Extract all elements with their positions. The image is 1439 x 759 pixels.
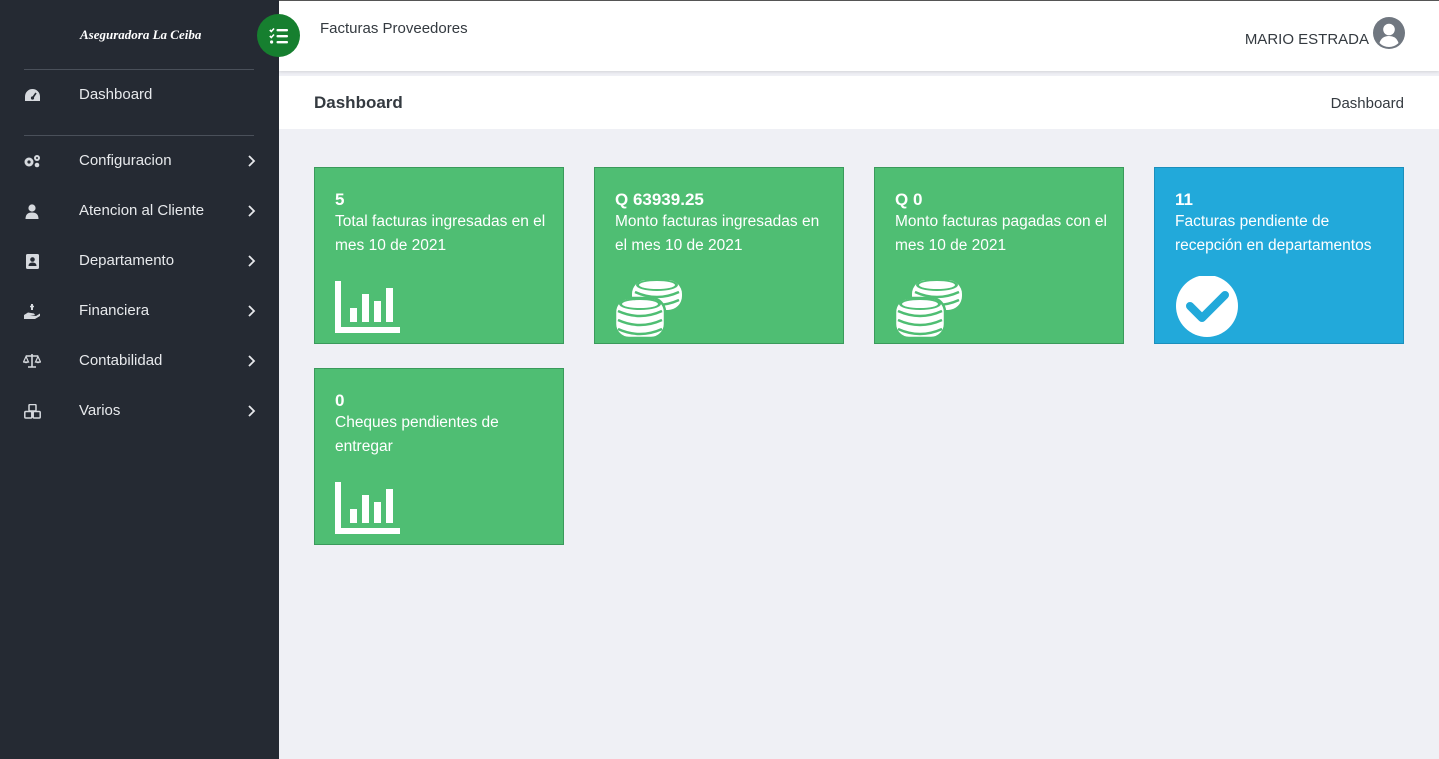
user-avatar-icon[interactable] — [1373, 17, 1405, 49]
coins-icon — [895, 279, 962, 338]
sidebar-item-label: Financiera — [79, 302, 150, 319]
sidebar-item-contabilidad[interactable]: Contabilidad — [0, 343, 279, 379]
sidebar-item-label: Departamento — [79, 252, 175, 269]
card-value: 5 — [335, 190, 345, 209]
card-value: 11 — [1175, 190, 1193, 209]
sidebar-item-label: Contabilidad — [79, 352, 163, 369]
sidebar-item-atencion-al-cliente[interactable]: Atencion al Cliente — [0, 193, 279, 229]
card-monto-ingresadas[interactable]: Q 63939.25 Monto facturas ingresadas en … — [594, 167, 844, 344]
sidebar-item-configuracion[interactable]: Configuracion — [0, 143, 279, 179]
hand-money-icon — [23, 303, 41, 319]
sidebar-item-varios[interactable]: Varios — [0, 393, 279, 429]
brand-name: Aseguradora La Ceiba — [80, 27, 202, 42]
cubes-icon — [23, 403, 41, 419]
card-description: Facturas pendiente de recepción en depar… — [1175, 213, 1372, 254]
card-total-facturas[interactable]: 5 Total facturas ingresadas en el mes 10… — [314, 167, 564, 344]
scale-icon — [23, 353, 41, 369]
sidebar-item-label: Configuracion — [79, 152, 172, 169]
bar-chart-icon — [335, 482, 400, 534]
card-value: 0 — [335, 391, 345, 410]
tachometer-icon — [23, 87, 41, 103]
card-description: Cheques pendientes de entregar — [335, 414, 499, 455]
chevron-right-icon — [248, 305, 256, 317]
card-description: Total facturas ingresadas en el mes 10 d… — [335, 213, 546, 254]
sidebar-item-label: Varios — [79, 402, 121, 419]
chevron-right-icon — [248, 405, 256, 417]
sidebar-item-label: Atencion al Cliente — [79, 202, 205, 219]
app-title: Facturas Proveedores — [320, 20, 468, 37]
coins-icon — [615, 279, 682, 338]
bar-chart-icon — [335, 281, 400, 333]
user-icon — [23, 203, 41, 219]
chevron-right-icon — [248, 205, 256, 217]
sidebar-item-label: Dashboard — [79, 86, 153, 103]
card-description: Monto facturas ingresadas en el mes 10 d… — [615, 213, 820, 254]
sidebar-item-dashboard[interactable]: Dashboard — [0, 77, 279, 113]
contact-card-icon — [23, 253, 41, 269]
list-check-icon — [268, 27, 288, 44]
card-description: Monto facturas pagadas con el mes 10 de … — [895, 213, 1107, 254]
sidebar-item-departamento[interactable]: Departamento — [0, 243, 279, 279]
card-monto-pagadas[interactable]: Q 0 Monto facturas pagadas con el mes 10… — [874, 167, 1124, 344]
card-cheques-pendientes[interactable]: 0 Cheques pendientes de entregar — [314, 368, 564, 545]
sidebar: Aseguradora La Ceiba Dashboard Configura… — [0, 0, 279, 759]
breadcrumb[interactable]: Dashboard — [1331, 95, 1404, 112]
chevron-right-icon — [248, 355, 256, 367]
check-circle-icon — [1176, 276, 1238, 337]
card-facturas-pendientes[interactable]: 11 Facturas pendiente de recepción en de… — [1154, 167, 1404, 344]
top-bar: Facturas Proveedores MARIO ESTRADA — [279, 0, 1439, 71]
card-value: Q 63939.25 — [615, 190, 704, 209]
chevron-right-icon — [248, 155, 256, 167]
chevron-right-icon — [248, 255, 256, 267]
page-header: Dashboard Dashboard — [279, 76, 1439, 129]
sidebar-divider — [24, 69, 254, 70]
sidebar-divider — [24, 135, 254, 136]
card-value: Q 0 — [895, 190, 923, 209]
gears-icon — [23, 153, 41, 169]
sidebar-item-financiera[interactable]: Financiera — [0, 293, 279, 329]
user-name[interactable]: MARIO ESTRADA — [1245, 31, 1369, 48]
sidebar-toggle-button[interactable] — [257, 14, 300, 57]
page-title: Dashboard — [314, 93, 403, 112]
